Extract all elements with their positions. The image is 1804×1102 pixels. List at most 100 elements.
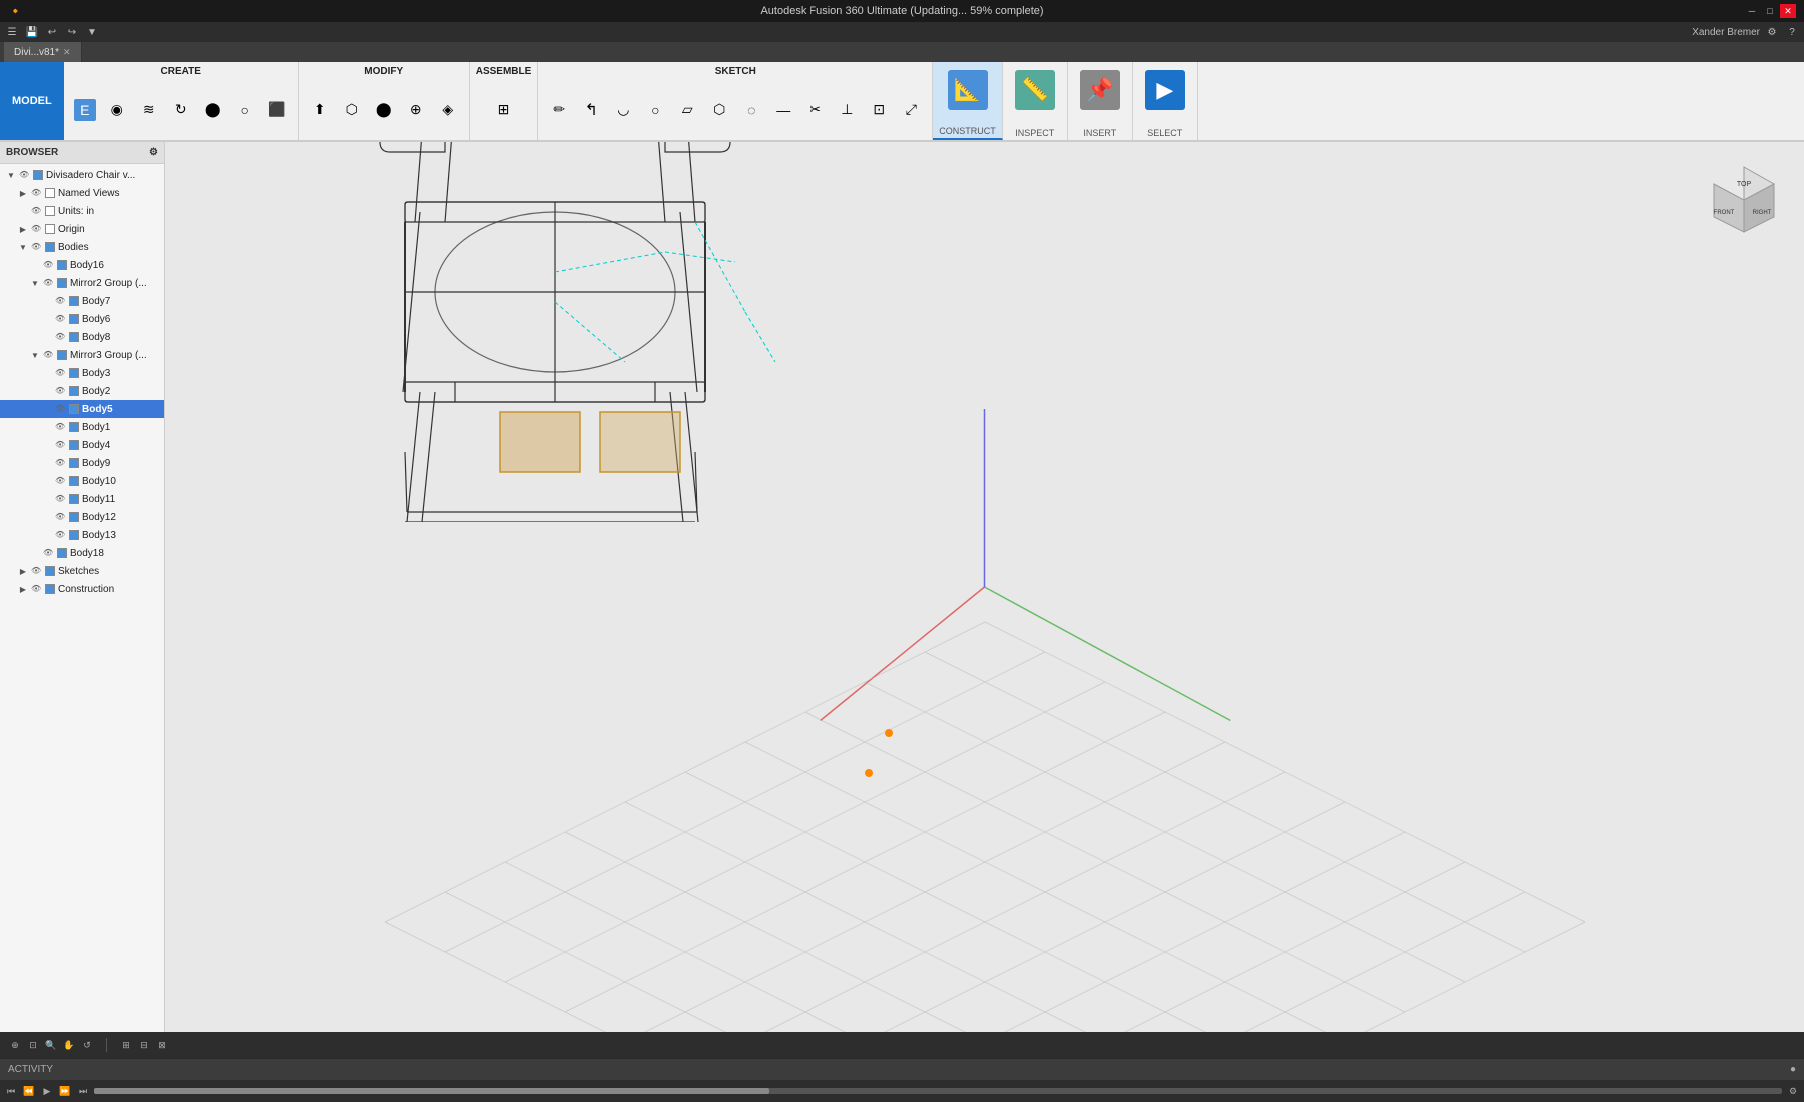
tree-item[interactable]: 👁Body18 <box>0 544 164 562</box>
timeline-play-icon[interactable]: ▶ <box>40 1084 54 1098</box>
viewport-3d[interactable]: TOP FRONT RIGHT <box>165 142 1804 1032</box>
tree-checkbox[interactable] <box>45 242 55 252</box>
redo-icon[interactable]: ↪ <box>64 24 80 40</box>
tree-checkbox[interactable] <box>45 188 55 198</box>
sketch-mirror-btn[interactable]: ⤢ <box>896 81 926 138</box>
tree-visibility-icon[interactable]: 👁 <box>55 296 65 306</box>
tree-checkbox[interactable] <box>57 350 67 360</box>
tree-checkbox[interactable] <box>69 296 79 306</box>
sketch-rectangle-btn[interactable]: ▱ <box>672 81 702 138</box>
tree-arrow-icon[interactable]: ▼ <box>18 242 28 252</box>
settings-icon[interactable]: ⚙ <box>1764 24 1780 40</box>
tree-arrow-icon[interactable]: ▼ <box>6 170 16 180</box>
tree-arrow-icon[interactable]: ▶ <box>18 566 28 576</box>
tree-item[interactable]: 👁Body8 <box>0 328 164 346</box>
ribbon-model-tab[interactable]: MODEL <box>0 62 64 140</box>
tree-visibility-icon[interactable]: 👁 <box>55 422 65 432</box>
tab-close-icon[interactable]: ✕ <box>63 47 71 58</box>
tree-visibility-icon[interactable]: 👁 <box>55 530 65 540</box>
tree-visibility-icon[interactable]: 👁 <box>55 404 65 414</box>
status-pan-icon[interactable]: ✋ <box>62 1038 76 1052</box>
tree-item[interactable]: 👁Body7 <box>0 292 164 310</box>
tree-arrow-icon[interactable]: ▶ <box>18 584 28 594</box>
tree-item[interactable]: ▶👁Origin <box>0 220 164 238</box>
sketch-offset-btn[interactable]: ⊥ <box>832 81 862 138</box>
tree-checkbox[interactable] <box>69 332 79 342</box>
tree-visibility-icon[interactable]: 👁 <box>31 584 41 594</box>
tree-visibility-icon[interactable]: 👁 <box>19 170 29 180</box>
tree-item[interactable]: ▶👁Named Views <box>0 184 164 202</box>
activity-close-icon[interactable]: ● <box>1790 1064 1796 1075</box>
insert-btn[interactable]: 📌 <box>1074 66 1126 114</box>
close-button[interactable]: ✕ <box>1780 4 1796 18</box>
tree-checkbox[interactable] <box>69 440 79 450</box>
sketch-arc-btn[interactable]: ◡ <box>608 81 638 138</box>
tree-visibility-icon[interactable]: 👁 <box>31 242 41 252</box>
tree-item[interactable]: 👁Body4 <box>0 436 164 454</box>
assemble-btn[interactable]: ⊞ <box>489 81 519 138</box>
restore-button[interactable]: □ <box>1762 4 1778 18</box>
tree-item[interactable]: 👁Body16 <box>0 256 164 274</box>
tree-checkbox[interactable] <box>69 512 79 522</box>
tree-item[interactable]: ▶👁Construction <box>0 580 164 598</box>
modify-shell-btn[interactable]: ⊕ <box>401 81 431 138</box>
tree-checkbox[interactable] <box>69 314 79 324</box>
tree-item[interactable]: 👁Body5 <box>0 400 164 418</box>
modify-fillet-btn[interactable]: ⬡ <box>337 81 367 138</box>
timeline-back-icon[interactable]: ⏪ <box>22 1084 36 1098</box>
sketch-create-sketch-btn[interactable]: ✏ <box>544 81 574 138</box>
tree-arrow-icon[interactable]: ▼ <box>30 278 40 288</box>
tree-visibility-icon[interactable]: 👁 <box>43 350 53 360</box>
tree-item[interactable]: 👁Body3 <box>0 364 164 382</box>
modify-press-pull-btn[interactable]: ⬆ <box>305 81 335 138</box>
status-home-icon[interactable]: ⊕ <box>8 1038 22 1052</box>
modify-more-btn[interactable]: ◈ <box>433 81 463 138</box>
tree-visibility-icon[interactable]: 👁 <box>43 260 53 270</box>
tree-item[interactable]: 👁Body12 <box>0 508 164 526</box>
tree-checkbox[interactable] <box>69 494 79 504</box>
tree-visibility-icon[interactable]: 👁 <box>43 548 53 558</box>
status-zoom-icon[interactable]: 🔍 <box>44 1038 58 1052</box>
help-icon[interactable]: ? <box>1784 24 1800 40</box>
tree-item[interactable]: 👁Body11 <box>0 490 164 508</box>
status-visual-icon[interactable]: ⊟ <box>137 1038 151 1052</box>
timeline-next-icon[interactable]: ⏭ <box>76 1084 90 1098</box>
tree-visibility-icon[interactable]: 👁 <box>55 440 65 450</box>
timeline-settings-icon[interactable]: ⚙ <box>1786 1084 1800 1098</box>
tree-checkbox[interactable] <box>57 278 67 288</box>
tree-visibility-icon[interactable]: 👁 <box>55 368 65 378</box>
tree-checkbox[interactable] <box>69 404 79 414</box>
tree-checkbox[interactable] <box>69 422 79 432</box>
create-cylinder-btn[interactable]: ⬛ <box>262 81 292 138</box>
tree-arrow-icon[interactable]: ▼ <box>30 350 40 360</box>
tree-checkbox[interactable] <box>33 170 43 180</box>
tree-item[interactable]: 👁Body1 <box>0 418 164 436</box>
tree-item[interactable]: 👁Body6 <box>0 310 164 328</box>
tree-checkbox[interactable] <box>57 260 67 270</box>
tab-document[interactable]: Divi...v81* ✕ <box>4 42 82 62</box>
sketch-trim-btn[interactable]: ✂ <box>800 81 830 138</box>
tree-item[interactable]: ▼👁Divisadero Chair v... <box>0 166 164 184</box>
tree-visibility-icon[interactable]: 👁 <box>55 332 65 342</box>
tree-item[interactable]: 👁Body2 <box>0 382 164 400</box>
tree-arrow-icon[interactable]: ▶ <box>18 224 28 234</box>
tree-checkbox[interactable] <box>45 224 55 234</box>
inspect-measure-btn[interactable]: 📏 <box>1009 66 1061 114</box>
status-orbit-icon[interactable]: ↺ <box>80 1038 94 1052</box>
sketch-spline-btn[interactable]: ◌ <box>736 81 766 138</box>
tree-item[interactable]: 👁Body13 <box>0 526 164 544</box>
browser-settings-icon[interactable]: ⚙ <box>149 147 158 158</box>
tree-visibility-icon[interactable]: 👁 <box>55 494 65 504</box>
sketch-circle-btn[interactable]: ○ <box>640 81 670 138</box>
tree-arrow-icon[interactable]: ▶ <box>18 188 28 198</box>
more-icon[interactable]: ▼ <box>84 24 100 40</box>
minimize-button[interactable]: ─ <box>1744 4 1760 18</box>
tree-visibility-icon[interactable]: 👁 <box>55 386 65 396</box>
tree-item[interactable]: ▼👁Mirror2 Group (... <box>0 274 164 292</box>
tree-item[interactable]: 👁Body10 <box>0 472 164 490</box>
create-sphere-btn[interactable]: ○ <box>230 81 260 138</box>
tree-visibility-icon[interactable]: 👁 <box>31 188 41 198</box>
tree-item[interactable]: 👁Units: in <box>0 202 164 220</box>
create-loft-btn[interactable]: ↻ <box>166 81 196 138</box>
status-display-icon[interactable]: ⊞ <box>119 1038 133 1052</box>
